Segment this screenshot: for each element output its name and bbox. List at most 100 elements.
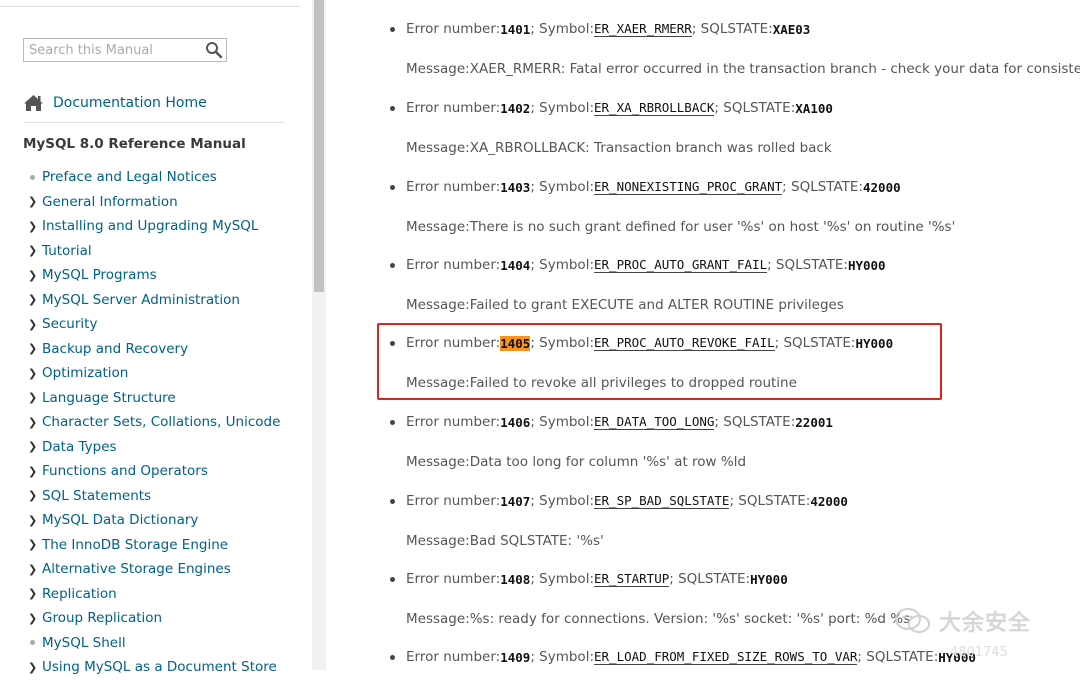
error-symbol-link[interactable]: ER_NONEXISTING_PROC_GRANT [594, 179, 783, 195]
toc-item-label: Security [42, 316, 98, 333]
chevron-right-icon: ❯ [28, 415, 38, 429]
list-bullet [390, 27, 395, 32]
error-symbol-link[interactable]: ER_XAER_RMERR [594, 21, 692, 37]
message-label: Message: [406, 297, 470, 313]
documentation-home-link[interactable]: Documentation Home [23, 92, 207, 114]
chevron-right-icon: ❯ [28, 268, 38, 282]
error-message: Message: %s: ready for connections. Vers… [406, 608, 910, 630]
toc-item[interactable]: ❯ MySQL Programs [28, 263, 280, 288]
list-bullet [390, 420, 395, 425]
message-label: Message: [406, 61, 470, 77]
sqlstate-label: ; SQLSTATE: [782, 179, 863, 195]
chevron-right-icon: ❯ [28, 611, 38, 625]
error-number-value: 1401 [500, 21, 531, 37]
toc-item[interactable]: Preface and Legal Notices [28, 165, 280, 190]
scrollbar[interactable] [312, 0, 326, 670]
toc-item[interactable]: ❯ SQL Statements [28, 484, 280, 509]
sqlstate-label: ; SQLSTATE: [714, 414, 796, 430]
toc-item[interactable]: ❯ General Information [28, 190, 280, 215]
toc-item[interactable]: ❯ MySQL Data Dictionary [28, 508, 280, 533]
toc-item[interactable]: ❯ Language Structure [28, 386, 280, 411]
toc-item[interactable]: MySQL Shell [28, 631, 280, 656]
message-text: XAER_RMERR: Fatal error occurred in the … [469, 61, 1080, 77]
sidebar: Documentation Home MySQL 8.0 Reference M… [0, 0, 312, 675]
error-symbol-link[interactable]: ER_STARTUP [594, 571, 670, 587]
toc-item[interactable]: ❯ Replication [28, 582, 280, 607]
toc-item-label: Backup and Recovery [42, 340, 189, 357]
toc-item[interactable]: ❯ Functions and Operators [28, 459, 280, 484]
sqlstate-label: ; SQLSTATE: [729, 493, 811, 509]
chevron-right-icon: ❯ [28, 317, 38, 331]
search-input[interactable] [24, 39, 207, 61]
error-message: Message: Failed to grant EXECUTE and ALT… [406, 294, 844, 316]
toc-item[interactable]: ❯ Backup and Recovery [28, 337, 280, 362]
sidebar-divider [23, 122, 285, 123]
home-icon [24, 95, 43, 111]
chevron-right-icon: ❯ [28, 513, 38, 527]
toc-item[interactable]: ❯ MySQL Server Administration [28, 288, 280, 313]
message-text: There is no such grant defined for user … [469, 219, 956, 235]
error-number-value: 1406 [500, 414, 531, 430]
error-message: Message: XAER_RMERR: Fatal error occurre… [406, 58, 1080, 80]
toc-item[interactable]: ❯ Installing and Upgrading MySQL [28, 214, 280, 239]
toc-item-label: Language Structure [42, 389, 176, 406]
watermark-text: 大余安全 [939, 611, 1032, 636]
chevron-right-icon: ❯ [28, 219, 38, 233]
error-header-line: Error number: 1409; Symbol: ER_LOAD_FROM… [406, 646, 976, 668]
error-number-label: Error number: [406, 414, 501, 430]
table-of-contents: Preface and Legal Notices ❯ General Inform… [28, 165, 280, 680]
toc-item-label: Using MySQL as a Document Store [42, 659, 277, 676]
sqlstate-value: XA100 [795, 100, 833, 116]
search-box[interactable] [23, 38, 227, 62]
error-header-line: Error number: 1404; Symbol: ER_PROC_AUTO… [406, 254, 886, 276]
annotation-highlight-box [377, 323, 942, 400]
toc-item[interactable]: ❯ Optimization [28, 361, 280, 386]
sqlstate-value: 22001 [795, 414, 833, 430]
message-text: XA_RBROLLBACK: Transaction branch was ro… [469, 140, 832, 156]
toc-item-label: Tutorial [42, 242, 92, 259]
error-header-line: Error number: 1406; Symbol: ER_DATA_TOO_… [406, 411, 833, 433]
toc-item[interactable]: ❯ The InnoDB Storage Engine [28, 533, 280, 558]
error-symbol-link[interactable]: ER_LOAD_FROM_FIXED_SIZE_ROWS_TO_VAR [594, 649, 858, 665]
error-number-value: 1408 [500, 571, 531, 587]
list-bullet [390, 106, 395, 111]
error-header-line: Error number: 1403; Symbol: ER_NONEXISTI… [406, 176, 901, 198]
toc-item[interactable]: ❯ Using MySQL as a Document Store [28, 655, 280, 680]
error-symbol-link[interactable]: ER_PROC_AUTO_GRANT_FAIL [594, 257, 768, 273]
manual-title: MySQL 8.0 Reference Manual [23, 136, 246, 152]
scrollbar-thumb[interactable] [314, 0, 324, 292]
error-header-line: Error number: 1401; Symbol: ER_XAER_RMER… [406, 18, 810, 40]
message-label: Message: [406, 533, 470, 549]
sqlstate-label: ; SQLSTATE: [669, 571, 751, 587]
error-symbol-link[interactable]: ER_SP_BAD_SQLSTATE [594, 493, 730, 509]
toc-item-label: SQL Statements [42, 487, 152, 504]
symbol-label: ; Symbol: [530, 257, 594, 273]
sqlstate-label: ; SQLSTATE: [857, 649, 939, 665]
toc-item-label: Installing and Upgrading MySQL [42, 218, 259, 235]
toc-item[interactable]: ❯ Alternative Storage Engines [28, 557, 280, 582]
chevron-right-icon: ❯ [28, 660, 38, 674]
toc-item[interactable]: ❯ Group Replication [28, 606, 280, 631]
error-symbol-link[interactable]: ER_DATA_TOO_LONG [594, 414, 715, 430]
sqlstate-value: 42000 [810, 493, 848, 509]
chevron-right-icon: ❯ [28, 489, 38, 503]
list-bullet [390, 577, 395, 582]
toc-item[interactable]: ❯ Character Sets, Collations, Unicode [28, 410, 280, 435]
toc-item-label: MySQL Server Administration [42, 291, 240, 308]
error-symbol-link[interactable]: ER_XA_RBROLLBACK [594, 100, 715, 116]
toc-item[interactable]: ❯ Tutorial [28, 239, 280, 264]
toc-item[interactable]: ❯ Security [28, 312, 280, 337]
wechat-icon [895, 608, 930, 633]
list-bullet [390, 499, 395, 504]
toc-item-label: Functions and Operators [42, 463, 208, 480]
chevron-right-icon: ❯ [28, 538, 38, 552]
symbol-label: ; Symbol: [530, 179, 594, 195]
symbol-label: ; Symbol: [530, 100, 594, 116]
search-icon[interactable] [205, 41, 223, 59]
watermark-subtext: 4801745 [950, 645, 1008, 660]
chevron-right-icon: ❯ [28, 366, 38, 380]
toc-item[interactable]: ❯ Data Types [28, 435, 280, 460]
error-number-label: Error number: [406, 571, 501, 587]
error-number-value: 1409 [500, 649, 531, 665]
symbol-label: ; Symbol: [530, 21, 594, 37]
